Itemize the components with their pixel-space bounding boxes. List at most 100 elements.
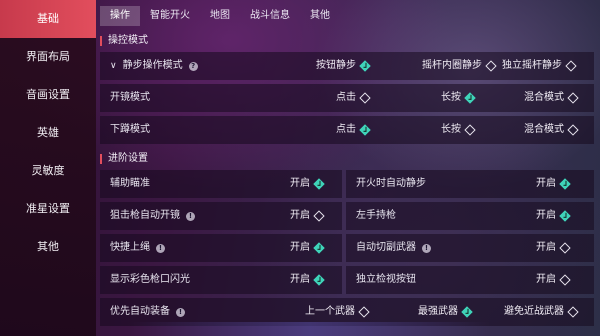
section-header-control: 操控模式 — [100, 34, 596, 48]
toggle-label: 开启 — [536, 274, 556, 285]
setting-row-auto-secondary: 自动切副武器! 开启 — [346, 234, 594, 262]
setting-label: 开镜模式 — [110, 84, 150, 112]
help-icon[interactable]: ? — [188, 61, 198, 71]
setting-row-scope-mode: 开镜模式 点击 长按 混合模式 — [100, 84, 594, 112]
checked-diamond-icon — [464, 92, 476, 104]
diamond-icon — [567, 306, 579, 318]
checked-diamond-icon — [359, 124, 371, 136]
sidebar-item-basic[interactable]: 基础 — [0, 0, 96, 38]
toggle-left-hand[interactable]: 开启 — [536, 202, 571, 230]
info-icon[interactable]: ! — [422, 243, 431, 253]
setting-label: 辅助瞄准 — [110, 170, 150, 198]
toggle-quick-rope[interactable]: 开启 — [290, 234, 325, 262]
sniper-auto-scope-label: 狙击枪自动开镜 — [110, 210, 180, 221]
quiet-step-label: 静步操作模式 — [122, 60, 183, 71]
option-mixed-crouch[interactable]: 混合模式 — [524, 116, 579, 144]
info-icon[interactable]: ! — [156, 243, 165, 253]
tab-combat-info[interactable]: 战斗信息 — [240, 6, 300, 26]
quick-rope-label: 快捷上绳 — [110, 242, 150, 253]
settings-content: 操作 智能开火 地图 战斗信息 其他 操控模式 ∨ 静步操作模式 ? 按钮静步 … — [96, 0, 600, 336]
setting-row-aim-assist: 辅助瞄准 开启 — [100, 170, 342, 198]
tab-smart-fire[interactable]: 智能开火 — [140, 6, 200, 26]
tab-other[interactable]: 其他 — [300, 6, 340, 26]
inspect-button-label: 独立检视按钮 — [356, 274, 416, 285]
toggle-label: 开启 — [536, 242, 556, 253]
muzzle-flash-label: 显示彩色枪口闪光 — [110, 274, 190, 285]
option-label: 长按 — [441, 92, 461, 103]
setting-label: 快捷上绳! — [110, 234, 165, 262]
setting-label: 开火时自动静步 — [356, 170, 426, 198]
info-icon[interactable]: ! — [176, 307, 185, 317]
option-label: 长按 — [441, 124, 461, 135]
sidebar-item-other[interactable]: 其他 — [0, 228, 96, 266]
setting-row-sniper-auto-scope: 狙击枪自动开镜! 开启 — [100, 202, 342, 230]
setting-row-quick-rope: 快捷上绳! 开启 — [100, 234, 342, 262]
diamond-icon — [559, 274, 571, 286]
checked-diamond-icon — [313, 274, 325, 286]
setting-label: 左手持枪 — [356, 202, 396, 230]
tab-operation[interactable]: 操作 — [100, 6, 140, 26]
sidebar-item-crosshair[interactable]: 准星设置 — [0, 190, 96, 228]
sidebar-item-hero[interactable]: 英雄 — [0, 114, 96, 152]
bottom-decoration — [130, 322, 490, 336]
option-independent-stick-quiet-step[interactable]: 独立摇杆静步 — [502, 52, 577, 80]
diamond-icon — [559, 242, 571, 254]
option-hold-crouch[interactable]: 长按 — [441, 116, 476, 144]
checked-diamond-icon — [461, 306, 473, 318]
diamond-icon — [358, 306, 370, 318]
setting-label: 显示彩色枪口闪光 — [110, 266, 190, 294]
info-icon[interactable]: ! — [186, 211, 195, 221]
option-tap-scope[interactable]: 点击 — [336, 84, 371, 112]
aim-assist-label: 辅助瞄准 — [110, 178, 150, 189]
sidebar-item-audio-video[interactable]: 音画设置 — [0, 76, 96, 114]
fire-auto-quiet-label: 开火时自动静步 — [356, 178, 426, 189]
chevron-down-icon[interactable]: ∨ — [110, 52, 117, 80]
diamond-icon — [485, 60, 497, 72]
toggle-label: 开启 — [536, 210, 556, 221]
sidebar: 基础 界面布局 音画设置 英雄 灵敏度 准星设置 其他 — [0, 0, 96, 336]
checked-diamond-icon — [559, 178, 571, 190]
option-label: 按钮静步 — [316, 60, 356, 71]
toggle-label: 开启 — [536, 178, 556, 189]
diamond-icon — [313, 210, 325, 222]
setting-row-muzzle-flash: 显示彩色枪口闪光 开启 — [100, 266, 342, 294]
option-stick-inner-quiet-step[interactable]: 摇杆内圈静步 — [422, 52, 497, 80]
toggle-aim-assist[interactable]: 开启 — [290, 170, 325, 198]
scope-mode-label: 开镜模式 — [110, 92, 150, 103]
toggle-muzzle-flash[interactable]: 开启 — [290, 266, 325, 294]
toggle-auto-secondary[interactable]: 开启 — [536, 234, 571, 262]
option-mixed-scope[interactable]: 混合模式 — [524, 84, 579, 112]
left-hand-label: 左手持枪 — [356, 210, 396, 221]
crouch-mode-label: 下蹲模式 — [110, 124, 150, 135]
option-button-quiet-step[interactable]: 按钮静步 — [316, 52, 371, 80]
setting-label: 独立检视按钮 — [356, 266, 416, 294]
checked-diamond-icon — [359, 60, 371, 72]
option-avoid-melee[interactable]: 避免近战武器 — [504, 298, 579, 326]
sidebar-item-sensitivity[interactable]: 灵敏度 — [0, 152, 96, 190]
toggle-sniper-auto-scope[interactable]: 开启 — [290, 202, 325, 230]
toggle-inspect-button[interactable]: 开启 — [536, 266, 571, 294]
setting-row-inspect-button: 独立检视按钮 开启 — [346, 266, 594, 294]
checked-diamond-icon — [559, 210, 571, 222]
diamond-icon — [359, 92, 371, 104]
option-label: 点击 — [336, 92, 356, 103]
tab-map[interactable]: 地图 — [200, 6, 240, 26]
option-label: 摇杆内圈静步 — [422, 60, 482, 71]
option-tap-crouch[interactable]: 点击 — [336, 116, 371, 144]
option-label: 独立摇杆静步 — [502, 60, 562, 71]
option-hold-scope[interactable]: 长按 — [441, 84, 476, 112]
option-label: 混合模式 — [524, 92, 564, 103]
diamond-icon — [464, 124, 476, 136]
diamond-icon — [565, 60, 577, 72]
auto-secondary-label: 自动切副武器 — [356, 242, 416, 253]
option-label: 混合模式 — [524, 124, 564, 135]
option-label: 避免近战武器 — [504, 306, 564, 317]
sidebar-item-layout[interactable]: 界面布局 — [0, 38, 96, 76]
setting-label: 自动切副武器! — [356, 234, 431, 262]
toggle-label: 开启 — [290, 274, 310, 285]
toggle-fire-auto-quiet[interactable]: 开启 — [536, 170, 571, 198]
checked-diamond-icon — [313, 178, 325, 190]
diamond-icon — [567, 92, 579, 104]
setting-label: ∨ 静步操作模式 ? — [110, 52, 198, 80]
section-header-advanced: 进阶设置 — [100, 152, 596, 166]
